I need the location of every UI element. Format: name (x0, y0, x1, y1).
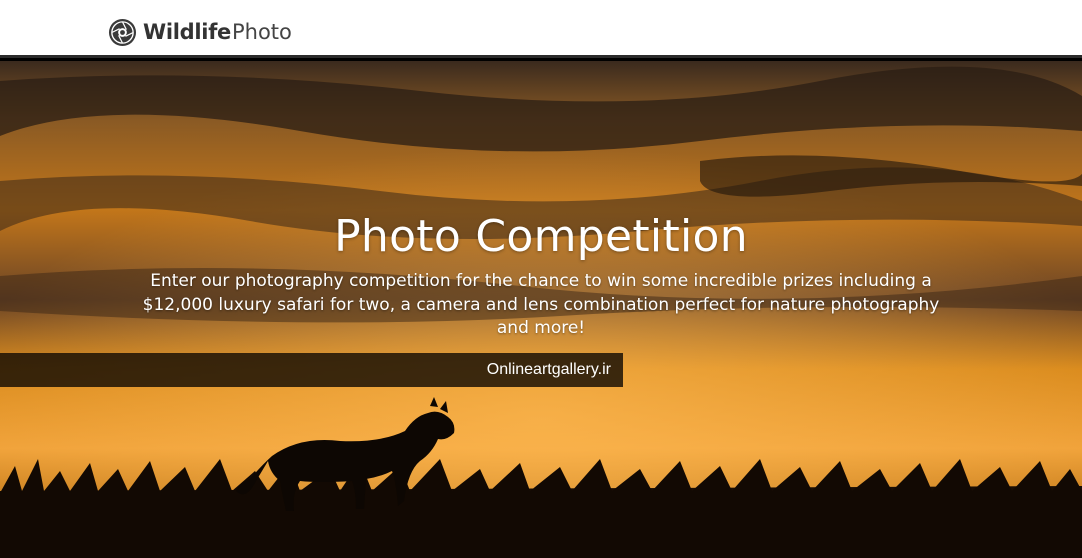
site-header: Wildlife Photo (0, 0, 1082, 58)
hero-title: Photo Competition (334, 211, 748, 262)
watermark-text: Onlineartgallery.ir (486, 361, 611, 378)
watermark-banner: Onlineartgallery.ir (0, 353, 623, 387)
brand-name-bold: Wildlife (143, 19, 231, 44)
hero-description: Enter our photography competition for th… (142, 271, 940, 338)
aperture-leopard-logo-icon (108, 18, 137, 46)
hero-banner: Photo Competition Enter our photography … (0, 61, 1082, 558)
brand-name-light: Photo (231, 19, 292, 44)
brand-logo-link[interactable]: Wildlife Photo (108, 17, 292, 47)
